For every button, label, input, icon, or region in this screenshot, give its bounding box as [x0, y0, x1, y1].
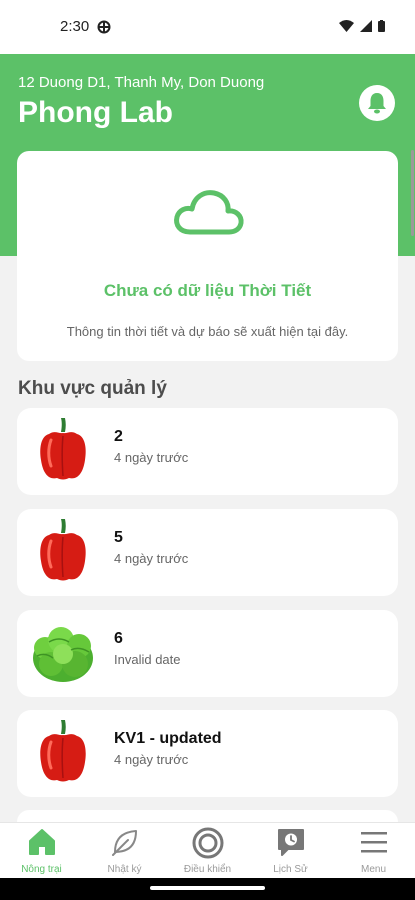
home-gesture-bar[interactable] [150, 886, 265, 890]
menu-icon [360, 832, 387, 853]
nav-label: Nhật ký [107, 864, 142, 875]
zone-card[interactable]: 6 Invalid date [17, 610, 398, 697]
wifi-icon [339, 20, 354, 32]
weather-empty-title: Chưa có dữ liệu Thời Tiết [103, 281, 312, 300]
weather-card: Chưa có dữ liệu Thời Tiết Thông tin thời… [17, 151, 398, 361]
nav-item-farm[interactable]: Nông trại [0, 823, 83, 879]
red-pepper-image [40, 418, 86, 480]
leaf-icon [111, 830, 137, 856]
weather-empty-subtitle: Thông tin thời tiết và dự báo sẽ xuất hi… [66, 324, 349, 339]
farm-title: Phong Lab [18, 96, 173, 129]
zone-card-partial[interactable] [17, 810, 398, 822]
status-icons [339, 20, 385, 32]
zone-updated-time: 4 ngày trước [114, 752, 189, 767]
status-bar: 2:30 [0, 0, 415, 54]
scrollbar[interactable] [411, 150, 414, 236]
zone-updated-time: 4 ngày trước [114, 551, 189, 566]
target-icon [192, 827, 223, 859]
zone-card[interactable]: 5 4 ngày trước [17, 509, 398, 596]
cloud-icon [174, 190, 244, 235]
nav-label: Menu [360, 864, 386, 875]
red-pepper-image [40, 720, 86, 782]
nav-item-history[interactable]: Lịch Sử [249, 823, 332, 879]
nav-label: Điều khiển [183, 864, 232, 875]
signal-icon [360, 20, 372, 32]
bell-icon [368, 93, 386, 114]
farm-address: 12 Duong D1, Thanh My, Don Duong [18, 74, 265, 91]
section-title: Khu vực quản lý [18, 378, 167, 399]
status-time: 2:30 [60, 18, 90, 35]
zone-card[interactable]: KV1 - updated 4 ngày trước [17, 710, 398, 797]
sync-icon [97, 20, 111, 39]
nav-label: Lịch Sử [273, 864, 308, 875]
zone-card[interactable]: 2 4 ngày trước [17, 408, 398, 495]
nav-item-menu[interactable]: Menu [332, 823, 415, 879]
home-icon [28, 829, 55, 855]
battery-icon [378, 20, 385, 32]
zone-name: 6 [114, 630, 123, 647]
nav-label: Nông trại [21, 864, 62, 875]
zone-name: KV1 - updated [114, 730, 222, 747]
zone-name: 5 [114, 529, 123, 546]
red-pepper-image [40, 519, 86, 581]
history-icon [277, 829, 304, 856]
zone-updated-time: Invalid date [114, 652, 181, 667]
zone-name: 2 [114, 428, 123, 445]
nav-item-diary[interactable]: Nhật ký [83, 823, 166, 879]
notification-button[interactable] [359, 85, 395, 121]
bottom-navigation: Nông trại Nhật ký Điều khiển Lịch Sử Men… [0, 822, 415, 878]
nav-item-control[interactable]: Điều khiển [166, 823, 249, 879]
zone-updated-time: 4 ngày trước [114, 450, 189, 465]
lettuce-image [33, 627, 93, 682]
